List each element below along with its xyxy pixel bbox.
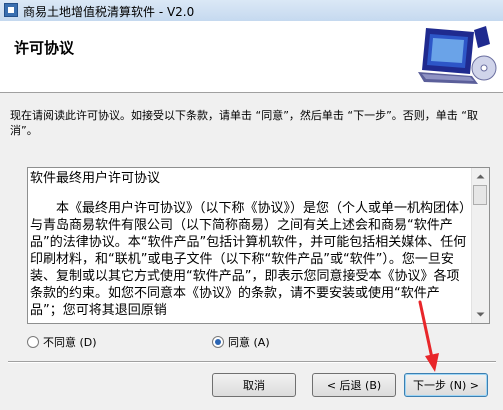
instruction-text: 现在请阅读此许可协议。如接受以下条款，请单击 “同意”，然后单击 “下一步”。否… bbox=[10, 109, 478, 137]
header-panel: 许可协议 bbox=[0, 21, 503, 93]
computer-install-icon bbox=[418, 26, 497, 84]
cancel-button[interactable]: 取消 bbox=[212, 373, 296, 397]
disagree-option[interactable]: 不同意 (D) bbox=[27, 334, 97, 350]
next-button[interactable]: 下一步 (N) > bbox=[404, 373, 488, 397]
disagree-label[interactable]: 不同意 (D) bbox=[43, 334, 97, 350]
window-title: 商易土地增值税清算软件 - V2.0 bbox=[23, 5, 195, 19]
vertical-scrollbar[interactable] bbox=[471, 168, 489, 323]
scroll-thumb[interactable] bbox=[473, 185, 487, 205]
app-icon bbox=[4, 3, 18, 17]
annotation-arrow-icon bbox=[418, 300, 439, 372]
agree-radio[interactable] bbox=[212, 336, 224, 348]
page-title: 许可协议 bbox=[14, 39, 75, 57]
scroll-up-arrow-icon[interactable] bbox=[472, 168, 489, 185]
agree-option[interactable]: 同意 (A) bbox=[212, 334, 270, 350]
scroll-down-arrow-icon[interactable] bbox=[472, 306, 489, 323]
agree-label[interactable]: 同意 (A) bbox=[228, 334, 270, 350]
disagree-radio[interactable] bbox=[27, 336, 39, 348]
license-content: 软件最终用户许可协议 本《最终用户许可协议》（以下称《协议》）是您（个人或单一机… bbox=[30, 170, 471, 319]
license-paragraph: 本《最终用户许可协议》（以下称《协议》）是您（个人或单一机构团体）与青岛商易软件… bbox=[30, 201, 467, 318]
title-bar: 商易土地增值税清算软件 - V2.0 bbox=[0, 0, 503, 22]
back-button[interactable]: < 后退 (B) bbox=[312, 373, 396, 397]
license-heading: 软件最终用户许可协议 bbox=[30, 171, 161, 186]
